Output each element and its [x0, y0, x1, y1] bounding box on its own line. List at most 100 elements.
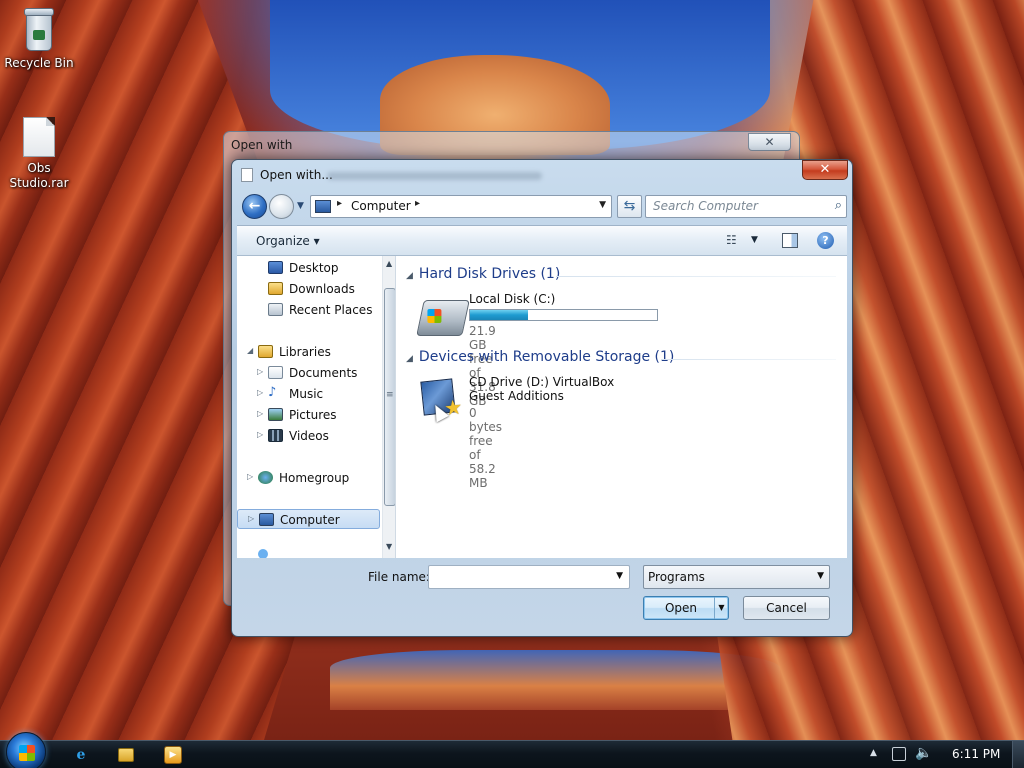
nav-item-label: Recent Places: [289, 303, 373, 317]
file-icon: [23, 117, 55, 157]
navigation-row: ← ▼ ▸ Computer ▸ ▼ ⇆ Search Computer ⌕: [239, 192, 847, 220]
file-name-input[interactable]: ▼: [428, 565, 630, 589]
capacity-bar: [469, 309, 658, 321]
breadcrumb-separator[interactable]: ▸: [415, 198, 420, 209]
refresh-icon: ⇆: [623, 198, 636, 214]
wallpaper-reflection: [330, 650, 780, 710]
desktop-icon-recycle-bin[interactable]: Recycle Bin: [1, 8, 77, 70]
search-icon: ⌕: [834, 198, 842, 213]
nav-item-documents[interactable]: ▷ Documents: [237, 363, 380, 383]
back-button[interactable]: ←: [242, 194, 267, 219]
expand-arrow-icon[interactable]: ▷: [257, 430, 263, 439]
chevron-down-icon[interactable]: ▼: [616, 571, 623, 581]
arrow-left-icon: ←: [248, 198, 261, 214]
nav-item-label: Libraries: [279, 345, 331, 359]
show-desktop-button[interactable]: [1012, 741, 1024, 768]
network-status-icon[interactable]: [892, 747, 906, 761]
forward-button[interactable]: [269, 194, 294, 219]
windows-explorer-icon[interactable]: [118, 748, 134, 762]
file-type-value: Programs: [648, 570, 705, 584]
window-title: Open with: [231, 138, 293, 152]
organize-button[interactable]: Organize ▾: [256, 234, 320, 248]
nav-item-label: Pictures: [289, 408, 337, 422]
show-hidden-icons-button[interactable]: ▲: [870, 748, 877, 758]
group-header-hard-disks[interactable]: ◢ Hard Disk Drives (1): [406, 266, 560, 282]
preview-pane-button[interactable]: [782, 233, 798, 248]
expand-arrow-icon[interactable]: ▷: [257, 367, 263, 376]
address-dropdown-button[interactable]: ▼: [599, 200, 606, 210]
refresh-button[interactable]: ⇆: [617, 195, 642, 218]
document-icon: [241, 168, 253, 182]
grip-icon: ≡: [386, 390, 394, 400]
start-button[interactable]: [6, 732, 46, 768]
close-button[interactable]: ✕: [748, 133, 791, 151]
group-header-label: Devices with Removable Storage (1): [418, 349, 675, 365]
view-options-dropdown[interactable]: ▼: [751, 235, 758, 245]
media-player-icon[interactable]: ▶: [164, 746, 182, 764]
libraries-icon: [258, 345, 273, 358]
volume-icon[interactable]: 🔈: [915, 745, 932, 761]
chevron-down-icon: ▼: [718, 603, 725, 612]
breadcrumb-separator[interactable]: ▸: [337, 198, 342, 209]
homegroup-icon: [258, 471, 273, 484]
file-name-label: File name:: [368, 570, 430, 584]
desktop-wallpaper: Recycle Bin Obs Studio.rar Open with ✕ O…: [0, 0, 1024, 740]
chevron-down-icon: ▼: [817, 571, 824, 581]
dialog-titlebar[interactable]: Open with... ✕: [232, 160, 852, 188]
navigation-pane: Desktop Downloads Recent Places ◢ Librar…: [237, 256, 396, 558]
breadcrumb-computer[interactable]: Computer: [351, 199, 411, 213]
search-input[interactable]: Search Computer ⌕: [645, 195, 847, 218]
network-icon: [258, 549, 268, 558]
nav-item-homegroup[interactable]: ▷ Homegroup: [237, 468, 380, 488]
group-header-removable-storage[interactable]: ◢ Devices with Removable Storage (1): [406, 349, 674, 365]
close-button[interactable]: ✕: [802, 160, 848, 180]
taskbar: e ▶ ▲ 🔈 6:11 PM: [0, 732, 1024, 768]
file-type-select[interactable]: Programs ▼: [643, 565, 830, 589]
collapse-arrow-icon[interactable]: ◢: [247, 346, 253, 355]
nav-item-label: Documents: [289, 366, 358, 380]
nav-item-label: Downloads: [289, 282, 355, 296]
open-button[interactable]: Open ▼: [643, 596, 729, 620]
nav-item-downloads[interactable]: Downloads: [237, 279, 380, 299]
nav-item-computer[interactable]: ▷ Computer: [237, 509, 380, 529]
music-icon: ♪: [268, 385, 277, 400]
blurred-title-text: [327, 172, 542, 180]
open-button-label: Open: [664, 601, 698, 615]
expand-arrow-icon[interactable]: ▷: [257, 388, 263, 397]
group-divider: [556, 276, 836, 277]
collapse-arrow-icon: ◢: [406, 271, 413, 281]
expand-arrow-icon[interactable]: ▷: [248, 514, 254, 523]
expand-arrow-icon[interactable]: ▷: [247, 472, 253, 481]
drive-name: CD Drive (D:) VirtualBox Guest Additions: [469, 375, 615, 403]
system-clock[interactable]: 6:11 PM: [952, 747, 1000, 761]
open-split-dropdown[interactable]: ▼: [714, 597, 728, 619]
nav-item-desktop[interactable]: Desktop: [237, 258, 380, 278]
scroll-up-icon[interactable]: ▲: [386, 259, 392, 268]
change-view-button[interactable]: ☷: [726, 233, 737, 247]
view-details-icon: ☷: [726, 233, 737, 247]
nav-item-pictures[interactable]: ▷ Pictures: [237, 405, 380, 425]
address-bar[interactable]: ▸ Computer ▸ ▼: [310, 195, 612, 218]
chevron-down-icon: ▼: [751, 235, 758, 245]
hard-disk-icon: [416, 300, 470, 336]
nav-item-videos[interactable]: ▷ Videos: [237, 426, 380, 446]
nav-item-label: Desktop: [289, 261, 339, 275]
content-pane: ◢ Hard Disk Drives (1) Local Disk (C:) 21…: [396, 256, 847, 558]
internet-explorer-icon[interactable]: e: [72, 746, 90, 764]
nav-item-libraries[interactable]: ◢ Libraries: [237, 342, 380, 362]
scroll-down-icon[interactable]: ▼: [386, 542, 392, 551]
documents-icon: [268, 366, 283, 379]
nav-item-recent-places[interactable]: Recent Places: [237, 300, 380, 320]
open-with-dialog: Open with... ✕ ← ▼ ▸ Computer ▸ ▼ ⇆ Sear…: [231, 159, 853, 637]
expand-arrow-icon[interactable]: ▷: [257, 409, 263, 418]
collapse-arrow-icon: ◢: [406, 354, 413, 364]
chevron-down-icon: ▼: [297, 201, 304, 211]
desktop-icon-label: Recycle Bin: [4, 56, 74, 70]
help-button[interactable]: ?: [817, 232, 834, 249]
cancel-button[interactable]: Cancel: [743, 596, 830, 620]
desktop-icon-obs-studio[interactable]: Obs Studio.rar: [1, 117, 77, 191]
nav-pane-scrollbar[interactable]: ▲ ≡ ▼: [382, 256, 395, 558]
nav-item-music[interactable]: ▷ ♪ Music: [237, 384, 380, 404]
help-icon: ?: [822, 234, 829, 247]
recent-pages-dropdown[interactable]: ▼: [297, 201, 304, 211]
